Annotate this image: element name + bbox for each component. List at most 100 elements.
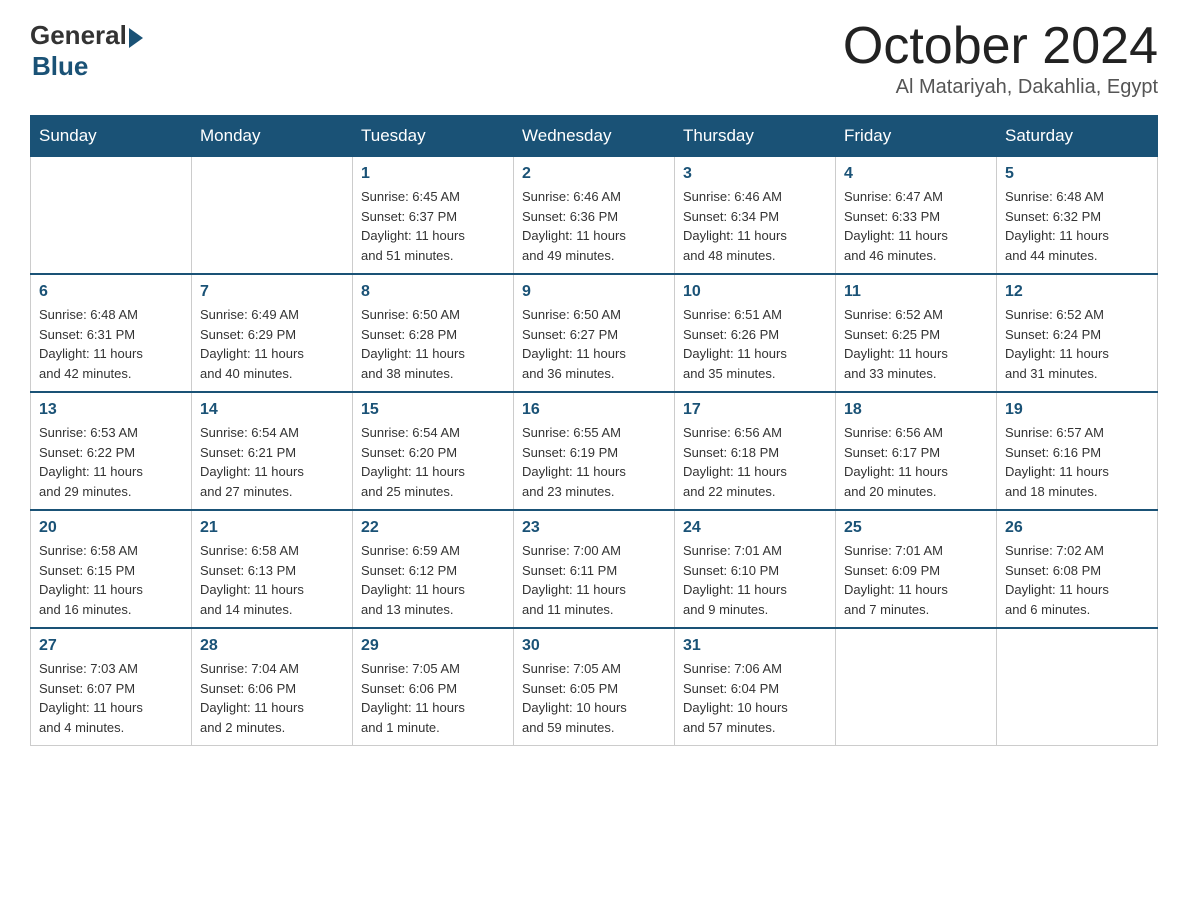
day-number: 3 bbox=[683, 165, 827, 183]
day-number: 5 bbox=[1005, 165, 1149, 183]
day-info: Sunrise: 6:50 AM Sunset: 6:28 PM Dayligh… bbox=[361, 305, 505, 383]
calendar-cell: 31 Sunrise: 7:06 AM Sunset: 6:04 PM Dayli… bbox=[675, 628, 836, 746]
day-number: 29 bbox=[361, 637, 505, 655]
day-info: Sunrise: 7:05 AM Sunset: 6:06 PM Dayligh… bbox=[361, 659, 505, 737]
calendar-day-header: Thursday bbox=[675, 116, 836, 157]
day-number: 9 bbox=[522, 283, 666, 301]
calendar-cell: 22 Sunrise: 6:59 AM Sunset: 6:12 PM Dayli… bbox=[353, 510, 514, 628]
day-info: Sunrise: 7:01 AM Sunset: 6:09 PM Dayligh… bbox=[844, 541, 988, 619]
day-info: Sunrise: 7:00 AM Sunset: 6:11 PM Dayligh… bbox=[522, 541, 666, 619]
calendar-cell: 14Sunrise: 6:54 AM Sunset: 6:21 PM Dayli… bbox=[192, 392, 353, 510]
day-info: Sunrise: 7:05 AM Sunset: 6:05 PM Dayligh… bbox=[522, 659, 666, 737]
calendar-day-header: Monday bbox=[192, 116, 353, 157]
calendar-day-header: Wednesday bbox=[514, 116, 675, 157]
day-number: 6 bbox=[39, 283, 183, 301]
day-info: Sunrise: 6:54 AM Sunset: 6:20 PM Dayligh… bbox=[361, 423, 505, 501]
day-info: Sunrise: 6:46 AM Sunset: 6:36 PM Dayligh… bbox=[522, 187, 666, 265]
calendar-table: SundayMondayTuesdayWednesdayThursdayFrid… bbox=[30, 115, 1158, 746]
day-number: 23 bbox=[522, 519, 666, 537]
calendar-header-row: SundayMondayTuesdayWednesdayThursdayFrid… bbox=[31, 116, 1158, 157]
day-info: Sunrise: 7:04 AM Sunset: 6:06 PM Dayligh… bbox=[200, 659, 344, 737]
day-info: Sunrise: 6:58 AM Sunset: 6:15 PM Dayligh… bbox=[39, 541, 183, 619]
calendar-cell: 7 Sunrise: 6:49 AM Sunset: 6:29 PM Daylig… bbox=[192, 274, 353, 392]
calendar-cell bbox=[192, 157, 353, 275]
day-number: 22 bbox=[361, 519, 505, 537]
calendar-cell bbox=[997, 628, 1158, 746]
month-title: October 2024 bbox=[843, 20, 1158, 72]
day-info: Sunrise: 6:51 AM Sunset: 6:26 PM Dayligh… bbox=[683, 305, 827, 383]
day-info: Sunrise: 6:53 AM Sunset: 6:22 PM Dayligh… bbox=[39, 423, 183, 501]
day-info: Sunrise: 6:56 AM Sunset: 6:17 PM Dayligh… bbox=[844, 423, 988, 501]
calendar-day-header: Sunday bbox=[31, 116, 192, 157]
day-number: 24 bbox=[683, 519, 827, 537]
calendar-cell: 13 Sunrise: 6:53 AM Sunset: 6:22 PM Dayli… bbox=[31, 392, 192, 510]
day-number: 19 bbox=[1005, 401, 1149, 419]
logo: General Blue bbox=[30, 20, 143, 82]
day-info: Sunrise: 7:03 AM Sunset: 6:07 PM Dayligh… bbox=[39, 659, 183, 737]
day-info: Sunrise: 6:52 AM Sunset: 6:25 PM Dayligh… bbox=[844, 305, 988, 383]
calendar-cell: 18 Sunrise: 6:56 AM Sunset: 6:17 PM Dayli… bbox=[836, 392, 997, 510]
day-number: 10 bbox=[683, 283, 827, 301]
calendar-cell: 4 Sunrise: 6:47 AM Sunset: 6:33 PM Daylig… bbox=[836, 157, 997, 275]
logo-blue-text: Blue bbox=[32, 51, 88, 82]
calendar-cell: 26Sunrise: 7:02 AM Sunset: 6:08 PM Dayli… bbox=[997, 510, 1158, 628]
title-section: October 2024 Al Matariyah, Dakahlia, Egy… bbox=[843, 20, 1158, 99]
calendar-cell: 20Sunrise: 6:58 AM Sunset: 6:15 PM Dayli… bbox=[31, 510, 192, 628]
calendar-cell: 19 Sunrise: 6:57 AM Sunset: 6:16 PM Dayli… bbox=[997, 392, 1158, 510]
day-number: 1 bbox=[361, 165, 505, 183]
calendar-cell: 5 Sunrise: 6:48 AM Sunset: 6:32 PM Daylig… bbox=[997, 157, 1158, 275]
day-number: 15 bbox=[361, 401, 505, 419]
logo-arrow-icon bbox=[129, 28, 143, 48]
calendar-week-row: 13 Sunrise: 6:53 AM Sunset: 6:22 PM Dayli… bbox=[31, 392, 1158, 510]
day-info: Sunrise: 6:54 AM Sunset: 6:21 PM Dayligh… bbox=[200, 423, 344, 501]
day-info: Sunrise: 6:57 AM Sunset: 6:16 PM Dayligh… bbox=[1005, 423, 1149, 501]
day-info: Sunrise: 6:58 AM Sunset: 6:13 PM Dayligh… bbox=[200, 541, 344, 619]
calendar-cell: 15 Sunrise: 6:54 AM Sunset: 6:20 PM Dayli… bbox=[353, 392, 514, 510]
day-number: 17 bbox=[683, 401, 827, 419]
day-info: Sunrise: 6:49 AM Sunset: 6:29 PM Dayligh… bbox=[200, 305, 344, 383]
calendar-week-row: 20Sunrise: 6:58 AM Sunset: 6:15 PM Dayli… bbox=[31, 510, 1158, 628]
calendar-cell: 27 Sunrise: 7:03 AM Sunset: 6:07 PM Dayli… bbox=[31, 628, 192, 746]
day-number: 13 bbox=[39, 401, 183, 419]
day-info: Sunrise: 6:48 AM Sunset: 6:31 PM Dayligh… bbox=[39, 305, 183, 383]
day-number: 25 bbox=[844, 519, 988, 537]
calendar-cell: 6 Sunrise: 6:48 AM Sunset: 6:31 PM Daylig… bbox=[31, 274, 192, 392]
calendar-cell: 25 Sunrise: 7:01 AM Sunset: 6:09 PM Dayli… bbox=[836, 510, 997, 628]
calendar-week-row: 27 Sunrise: 7:03 AM Sunset: 6:07 PM Dayli… bbox=[31, 628, 1158, 746]
calendar-week-row: 1 Sunrise: 6:45 AM Sunset: 6:37 PM Daylig… bbox=[31, 157, 1158, 275]
day-number: 11 bbox=[844, 283, 988, 301]
day-info: Sunrise: 6:56 AM Sunset: 6:18 PM Dayligh… bbox=[683, 423, 827, 501]
day-info: Sunrise: 6:47 AM Sunset: 6:33 PM Dayligh… bbox=[844, 187, 988, 265]
calendar-cell: 28 Sunrise: 7:04 AM Sunset: 6:06 PM Dayli… bbox=[192, 628, 353, 746]
day-number: 27 bbox=[39, 637, 183, 655]
calendar-cell: 12 Sunrise: 6:52 AM Sunset: 6:24 PM Dayli… bbox=[997, 274, 1158, 392]
calendar-cell: 16 Sunrise: 6:55 AM Sunset: 6:19 PM Dayli… bbox=[514, 392, 675, 510]
day-number: 28 bbox=[200, 637, 344, 655]
calendar-cell: 8 Sunrise: 6:50 AM Sunset: 6:28 PM Daylig… bbox=[353, 274, 514, 392]
calendar-day-header: Saturday bbox=[997, 116, 1158, 157]
day-number: 18 bbox=[844, 401, 988, 419]
day-info: Sunrise: 6:55 AM Sunset: 6:19 PM Dayligh… bbox=[522, 423, 666, 501]
day-number: 16 bbox=[522, 401, 666, 419]
day-number: 4 bbox=[844, 165, 988, 183]
day-info: Sunrise: 6:59 AM Sunset: 6:12 PM Dayligh… bbox=[361, 541, 505, 619]
day-number: 26 bbox=[1005, 519, 1149, 537]
day-info: Sunrise: 7:01 AM Sunset: 6:10 PM Dayligh… bbox=[683, 541, 827, 619]
day-number: 31 bbox=[683, 637, 827, 655]
calendar-day-header: Tuesday bbox=[353, 116, 514, 157]
calendar-cell: 30Sunrise: 7:05 AM Sunset: 6:05 PM Dayli… bbox=[514, 628, 675, 746]
day-number: 2 bbox=[522, 165, 666, 183]
day-number: 12 bbox=[1005, 283, 1149, 301]
calendar-cell bbox=[836, 628, 997, 746]
day-number: 8 bbox=[361, 283, 505, 301]
location-subtitle: Al Matariyah, Dakahlia, Egypt bbox=[843, 76, 1158, 99]
day-number: 7 bbox=[200, 283, 344, 301]
day-info: Sunrise: 6:45 AM Sunset: 6:37 PM Dayligh… bbox=[361, 187, 505, 265]
calendar-cell: 21Sunrise: 6:58 AM Sunset: 6:13 PM Dayli… bbox=[192, 510, 353, 628]
day-info: Sunrise: 6:48 AM Sunset: 6:32 PM Dayligh… bbox=[1005, 187, 1149, 265]
calendar-cell: 17 Sunrise: 6:56 AM Sunset: 6:18 PM Dayli… bbox=[675, 392, 836, 510]
calendar-cell: 24 Sunrise: 7:01 AM Sunset: 6:10 PM Dayli… bbox=[675, 510, 836, 628]
day-info: Sunrise: 7:06 AM Sunset: 6:04 PM Dayligh… bbox=[683, 659, 827, 737]
day-info: Sunrise: 6:52 AM Sunset: 6:24 PM Dayligh… bbox=[1005, 305, 1149, 383]
calendar-cell: 1 Sunrise: 6:45 AM Sunset: 6:37 PM Daylig… bbox=[353, 157, 514, 275]
